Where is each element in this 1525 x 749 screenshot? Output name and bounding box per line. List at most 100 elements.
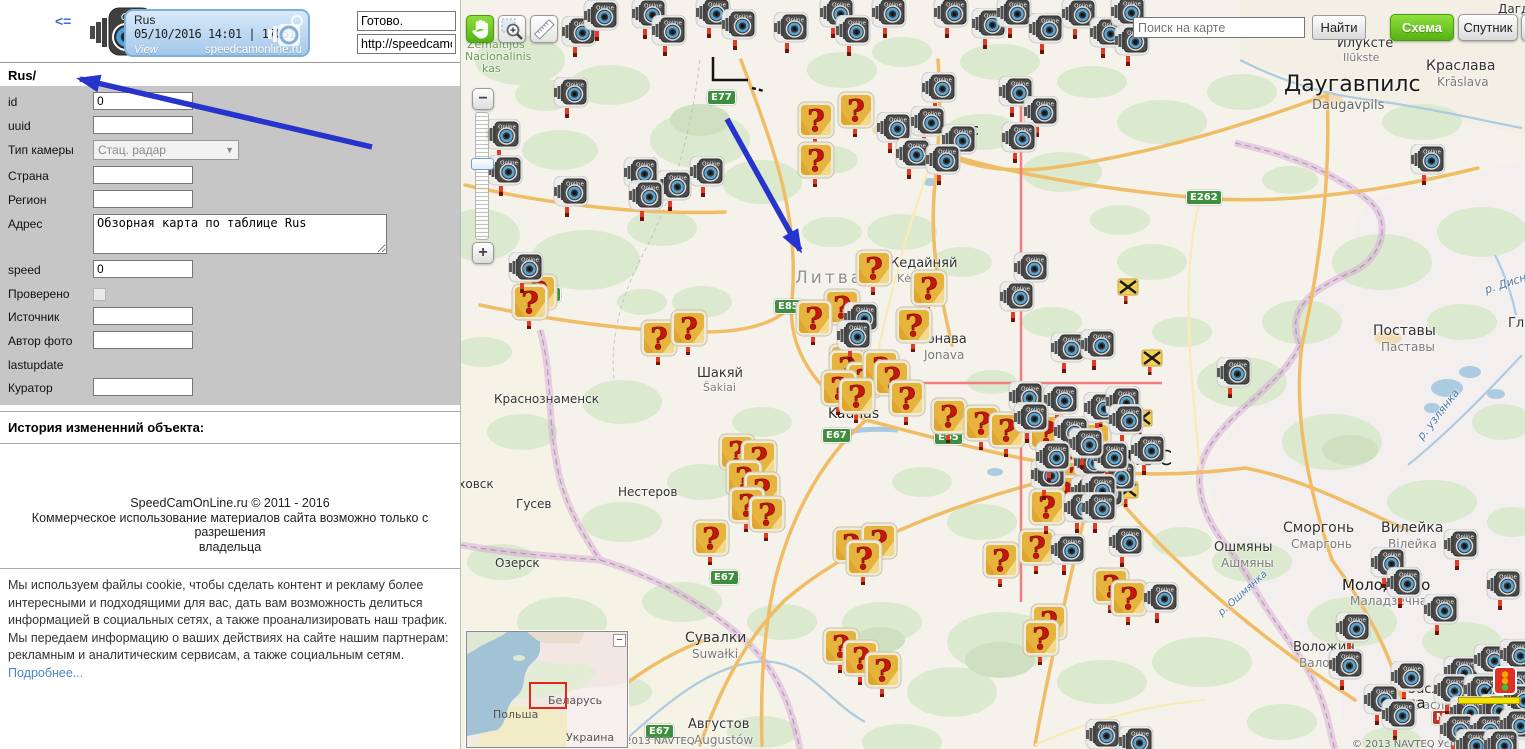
map-label: Краслава (1426, 58, 1495, 74)
question-marker[interactable]: ? (747, 494, 789, 541)
camera-marker[interactable]: Online (550, 77, 590, 119)
Автор фото-field[interactable] (93, 331, 193, 349)
uuid-field[interactable] (93, 116, 193, 134)
svg-text:?: ? (898, 382, 916, 417)
back-link[interactable]: <= (55, 13, 71, 29)
camera-marker[interactable]: Online (505, 252, 545, 294)
camera-marker[interactable]: Online (1010, 402, 1050, 444)
map-search-input[interactable] (1133, 17, 1305, 38)
map-scheme-button[interactable]: Схема (1390, 14, 1454, 41)
map-find-button[interactable]: Найти (1312, 15, 1366, 40)
map-canvas[interactable]: ŽemaitijosNacionaliniskasДагдаИлукстеIlū… (461, 0, 1525, 749)
question-marker[interactable]: ? (1021, 618, 1063, 665)
field-label: Тип камеры (8, 140, 93, 157)
camera-marker[interactable]: Online (998, 122, 1038, 164)
camera-marker[interactable]: Online (930, 0, 970, 39)
status-field[interactable] (357, 11, 456, 31)
traffic-light-icon[interactable] (1492, 665, 1518, 702)
question-marker[interactable]: ? (669, 308, 711, 355)
camera-marker[interactable]: Online (1115, 726, 1155, 749)
camera-marker[interactable]: Online (1140, 582, 1180, 624)
camera-marker[interactable]: Online (580, 0, 620, 42)
question-marker[interactable]: ? (691, 518, 733, 565)
zoom-out-button[interactable]: − (472, 88, 494, 110)
minimap-collapse-button[interactable]: − (613, 634, 626, 647)
crossed-camera-marker[interactable] (1115, 275, 1141, 305)
cookie-more-link[interactable]: Подробнее... (8, 666, 83, 680)
map-label: Гл (1508, 316, 1524, 331)
camera-marker[interactable]: Online (686, 156, 726, 198)
field-label: speed (8, 260, 93, 277)
Проверено-field[interactable] (93, 288, 106, 301)
infobox-view-link[interactable]: View (134, 44, 158, 56)
svg-text:?: ? (758, 498, 776, 533)
camera-marker[interactable]: Online (1483, 569, 1523, 611)
zoom-in-button[interactable]: + (472, 242, 494, 264)
question-marker[interactable]: ? (794, 298, 836, 345)
id-field[interactable] (93, 92, 193, 110)
camera-infobox[interactable]: Rus 05/10/2016 14:01 | 17051 View speedc… (124, 9, 310, 57)
map-satellite-button[interactable]: Спутник (1458, 14, 1518, 41)
question-marker[interactable]: ? (844, 538, 886, 585)
form-row-Страна: Страна (0, 163, 460, 187)
camera-marker[interactable]: Online (1440, 529, 1480, 571)
speed-field[interactable] (93, 260, 193, 278)
form-row-Адрес: Адрес (0, 211, 460, 257)
camera-marker[interactable]: Online (625, 180, 665, 222)
panel-header: <= Online Rus 05/10/2016 14:01 | 17051 V… (0, 0, 460, 62)
camera-marker[interactable]: Online (1325, 649, 1365, 691)
road-shield: Е77 (707, 90, 736, 105)
camera-marker[interactable]: Online (1420, 594, 1460, 636)
camera-marker[interactable]: Online (1378, 699, 1418, 741)
field-label: uuid (8, 116, 93, 133)
camera-marker[interactable]: Online (1383, 567, 1423, 609)
question-marker[interactable]: ? (887, 378, 929, 425)
form-row-Проверено: Проверено (0, 281, 460, 304)
map-label: Suwałki (692, 647, 738, 661)
camera-marker[interactable]: Online (1213, 357, 1253, 399)
Адрес-field[interactable] (93, 214, 387, 254)
form-row-Куратор: Куратор (0, 375, 460, 399)
question-marker[interactable]: ? (837, 376, 879, 423)
camera-marker[interactable]: Online (1332, 612, 1372, 654)
map-label: Сморгонь (1283, 520, 1354, 536)
question-marker[interactable]: ? (863, 650, 905, 697)
camera-marker[interactable]: Online (832, 15, 872, 57)
camera-marker[interactable]: Online (1480, 729, 1520, 749)
camera-marker[interactable]: Online (996, 281, 1036, 323)
zoom-slider-track[interactable] (475, 112, 489, 240)
copyright-line2: Коммерческое использование материалов са… (10, 511, 450, 540)
url-field[interactable] (357, 34, 456, 54)
camera-marker[interactable]: Online (833, 320, 873, 362)
Страна-field[interactable] (93, 166, 193, 184)
minimap-viewport-rect[interactable] (529, 682, 567, 709)
question-marker[interactable]: ? (836, 90, 878, 137)
camera-marker[interactable]: Online (868, 0, 908, 39)
camera-marker[interactable]: Online (1105, 526, 1145, 568)
minimap[interactable]: Польша Беларусь Украина − (466, 631, 628, 748)
zoom-slider-handle[interactable] (471, 158, 494, 170)
svg-text:?: ? (680, 312, 698, 347)
Источник-field[interactable] (93, 307, 193, 325)
question-marker[interactable]: ? (894, 305, 936, 352)
map-hybrid-button[interactable]: Гибрид (1521, 14, 1525, 41)
Тип камеры-field[interactable]: Стац. радар▼ (93, 140, 239, 160)
camera-marker[interactable]: Online (1032, 441, 1072, 483)
Регион-field[interactable] (93, 190, 193, 208)
camera-marker[interactable]: Online (1077, 329, 1117, 371)
map-label: kas (482, 62, 501, 75)
question-marker[interactable]: ? (796, 140, 838, 187)
pan-tool-button[interactable] (466, 15, 494, 43)
crossed-camera-marker[interactable] (1139, 346, 1165, 376)
map-label: Krāslava (1437, 75, 1489, 89)
camera-marker[interactable]: Online (648, 15, 688, 57)
camera-marker[interactable]: Online (718, 9, 758, 51)
camera-marker[interactable]: Online (550, 176, 590, 218)
ruler-tool-button[interactable] (530, 15, 558, 43)
camera-marker[interactable]: Online (770, 12, 810, 54)
camera-marker[interactable]: Online (1407, 144, 1447, 186)
camera-marker[interactable]: Online (922, 144, 962, 186)
zoom-select-tool-button[interactable] (498, 15, 526, 43)
camera-marker[interactable]: Online (1047, 534, 1087, 576)
Куратор-field[interactable] (93, 378, 193, 396)
